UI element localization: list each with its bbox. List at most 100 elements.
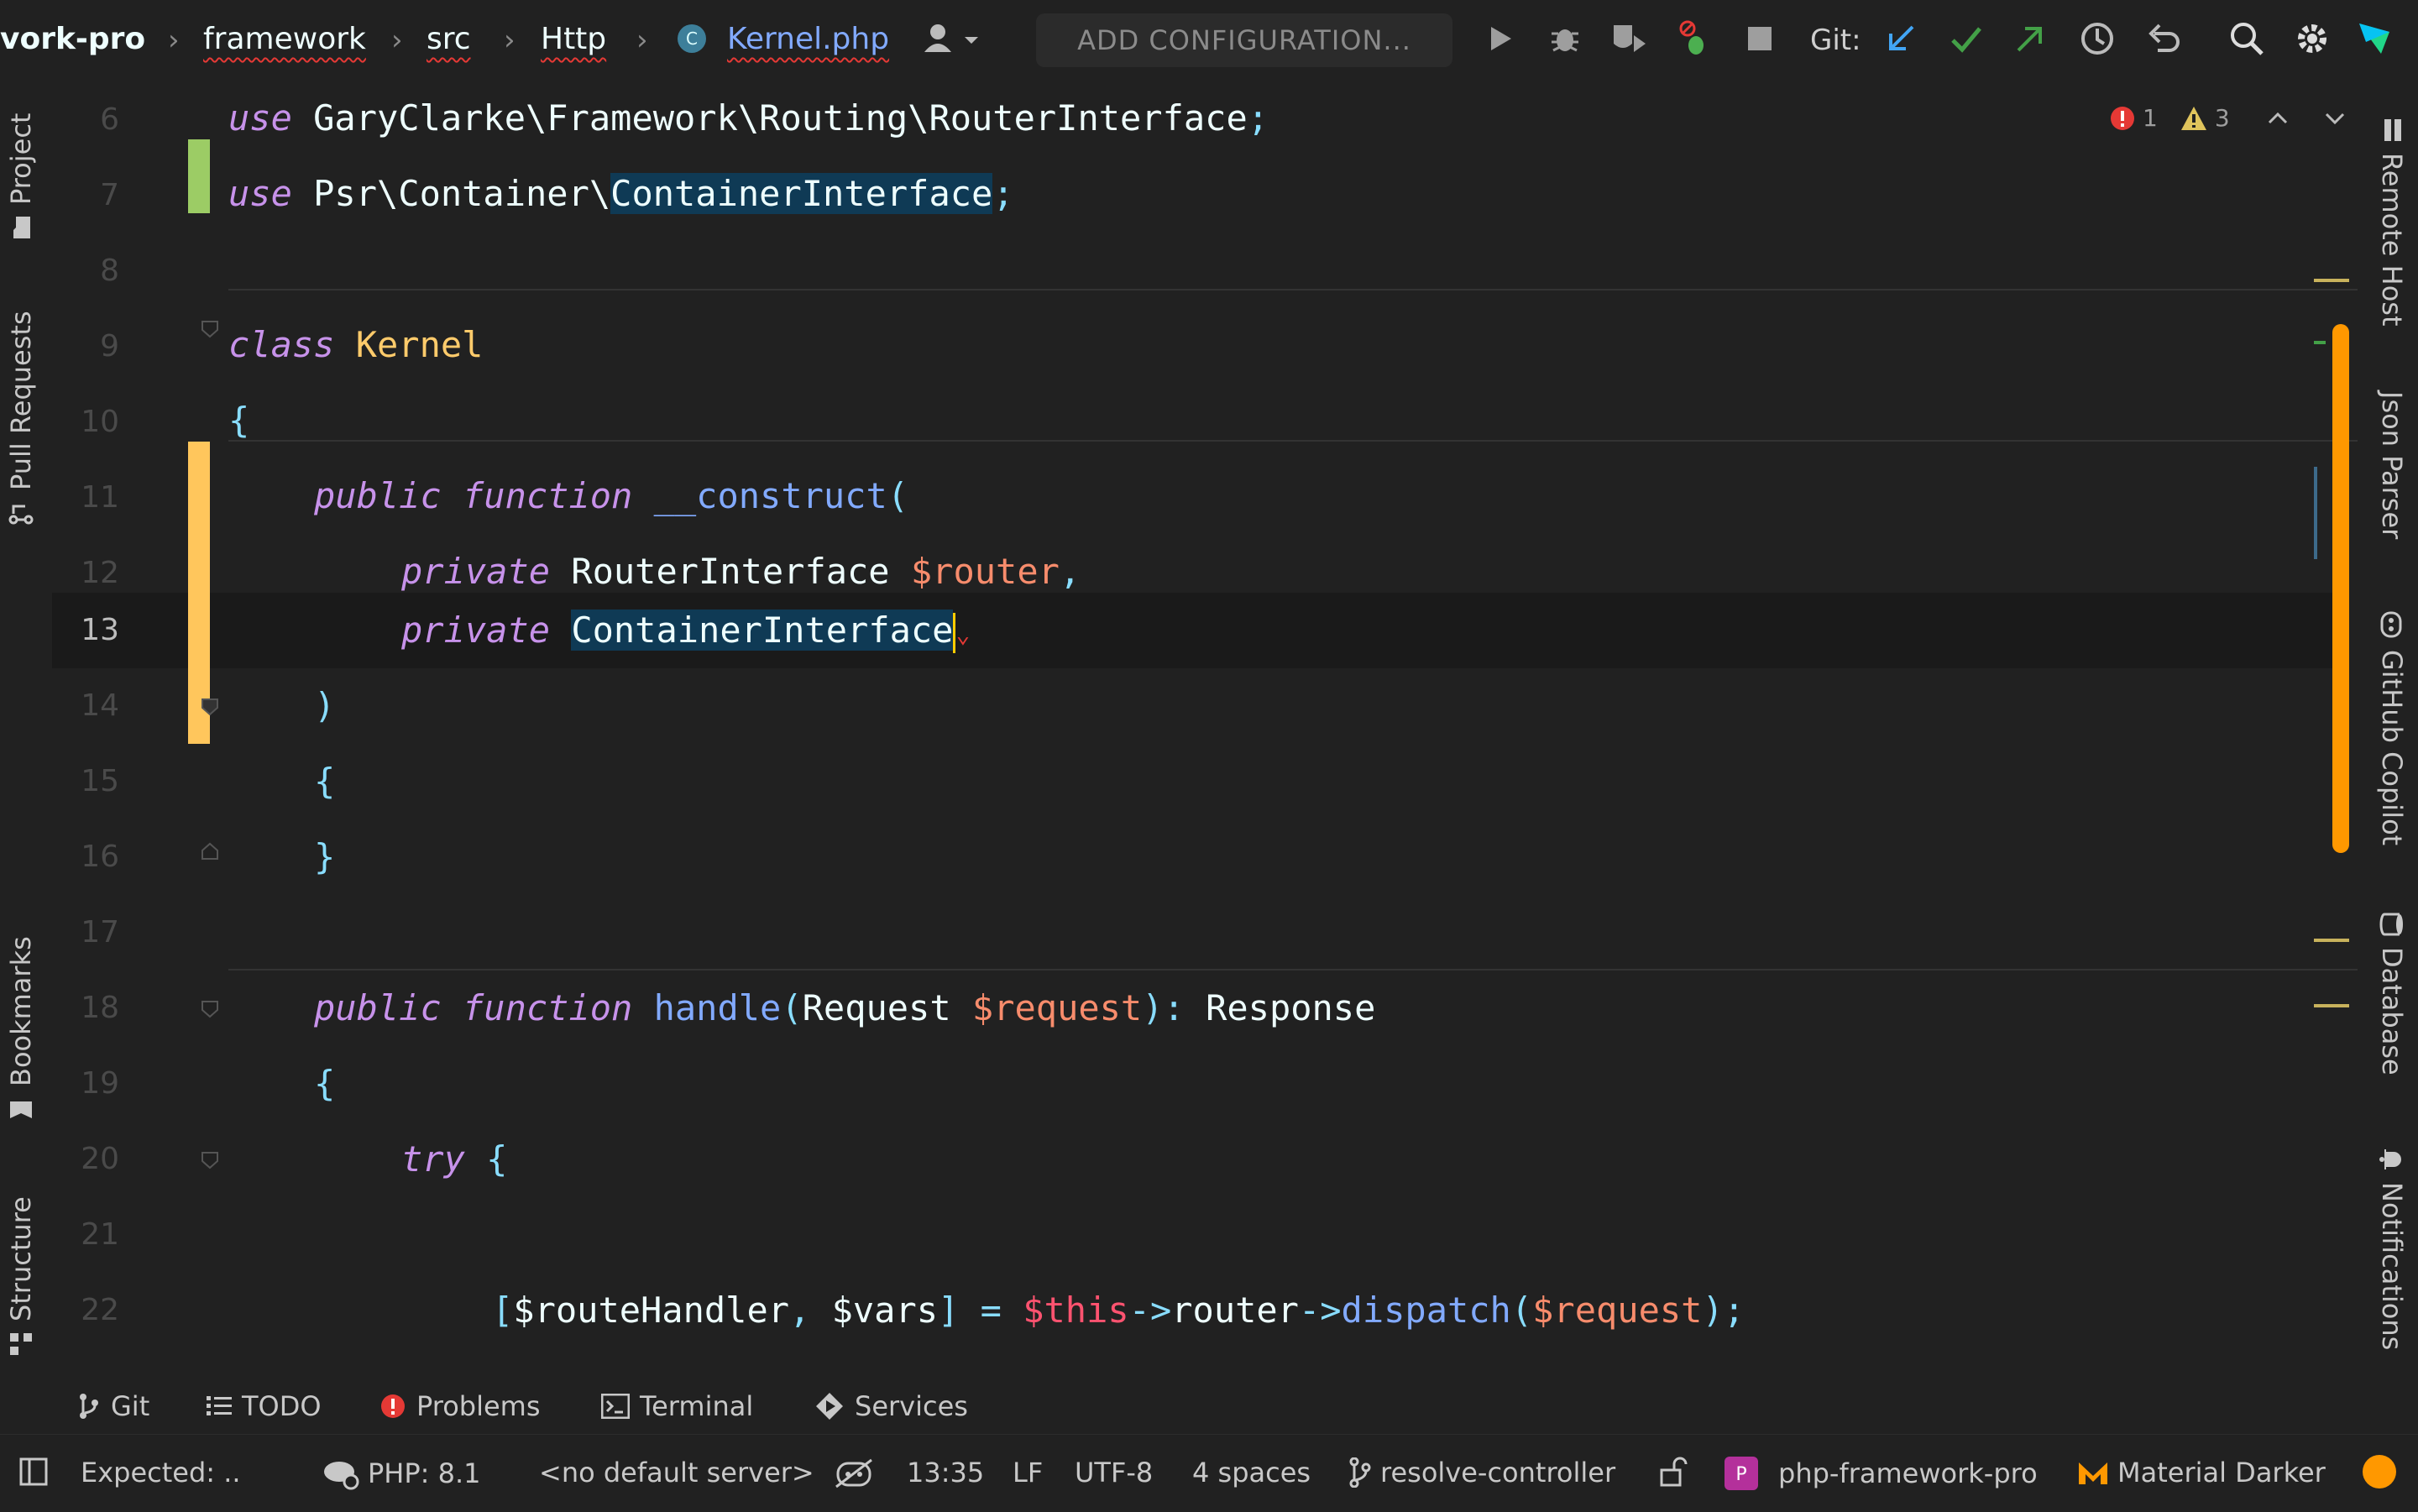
line-separator[interactable]: LF xyxy=(1013,1457,1043,1488)
php-settings-icon xyxy=(324,1462,359,1490)
line-number: 19 xyxy=(81,1066,119,1101)
code-line: ) xyxy=(314,685,336,726)
debug-icon[interactable] xyxy=(1541,15,1588,62)
navigation-toolbar: vork-pro › framework › src › Http › C Ke… xyxy=(0,0,2418,81)
tab-remote-host[interactable]: Remote Host xyxy=(2376,118,2408,327)
git-commit-icon[interactable] xyxy=(1943,15,1990,62)
fold-collapse-icon[interactable] xyxy=(200,1150,220,1170)
tab-bookmarks[interactable]: Bookmarks xyxy=(5,936,37,1122)
tab-database[interactable]: Database xyxy=(2376,912,2408,1075)
git-branch-icon xyxy=(80,1394,98,1419)
breadcrumb-src[interactable]: src xyxy=(427,22,471,56)
indent-setting[interactable]: 4 spaces xyxy=(1192,1457,1311,1488)
tab-project[interactable]: Project xyxy=(5,113,37,240)
tab-database-label: Database xyxy=(2376,947,2408,1075)
line-number: 20 xyxy=(81,1142,119,1176)
server-status[interactable]: <no default server> xyxy=(539,1457,814,1488)
add-configuration-button[interactable]: ADD CONFIGURATION... xyxy=(1036,13,1452,67)
project-icon: P xyxy=(1725,1457,1758,1490)
rollback-icon[interactable] xyxy=(2141,15,2188,62)
chevron-down-icon[interactable] xyxy=(2322,106,2347,131)
tab-todo[interactable]: TODO xyxy=(207,1390,322,1422)
error-count: 1 xyxy=(2143,104,2158,132)
lock-icon[interactable] xyxy=(1659,1457,1688,1487)
tab-github-copilot[interactable]: GitHub Copilot xyxy=(2376,610,2408,845)
tab-project-label: Project xyxy=(5,112,37,205)
right-tool-strip: Remote Host Json Parser GitHub Copilot D… xyxy=(2358,81,2418,1382)
tab-git[interactable]: Git xyxy=(77,1390,149,1422)
line-number: 10 xyxy=(81,405,119,439)
code-editor[interactable]: 6 7 8 9 10 11 12 13 14 15 16 17 18 19 20… xyxy=(52,81,2358,1382)
gear-icon[interactable] xyxy=(2289,15,2336,62)
tab-notifications[interactable]: Notifications xyxy=(2376,1147,2408,1350)
code-line: use GaryClarke\Framework\Routing\RouterI… xyxy=(228,97,1269,139)
terminal-icon xyxy=(601,1394,630,1419)
stop-icon[interactable] xyxy=(1736,15,1783,62)
fold-collapse-icon[interactable] xyxy=(200,999,220,1019)
copilot-icon xyxy=(2380,611,2402,638)
tab-structure[interactable]: Structure xyxy=(5,1196,37,1357)
code-line: [$routeHandler, $vars] = $this->router->… xyxy=(492,1290,1745,1331)
warning-stripe-mark[interactable] xyxy=(2314,939,2349,942)
copilot-status-icon[interactable] xyxy=(833,1457,875,1490)
ide-logo-icon[interactable] xyxy=(2351,15,2398,62)
line-number: 16 xyxy=(81,840,119,874)
git-push-icon[interactable] xyxy=(2007,15,2054,62)
change-stripe-mark xyxy=(2314,341,2326,344)
line-number: 8 xyxy=(100,254,119,288)
added-lines-marker[interactable] xyxy=(188,139,210,213)
notification-indicator-icon[interactable] xyxy=(2361,1453,2398,1490)
php-status[interactable]: PHP: 8.1 xyxy=(322,1457,481,1490)
line-number: 9 xyxy=(100,329,119,364)
warning-icon xyxy=(2180,106,2206,130)
line-number: 17 xyxy=(81,915,119,950)
code-line: public function handle(Request $request)… xyxy=(314,987,1376,1028)
warning-stripe-mark[interactable] xyxy=(2314,279,2349,282)
theme-switcher[interactable]: Material Darker xyxy=(2077,1457,2326,1488)
code-line: { xyxy=(314,761,336,802)
debug-server-icon[interactable] xyxy=(1671,15,1718,62)
breadcrumb-project[interactable]: vork-pro xyxy=(0,22,145,56)
git-update-icon[interactable] xyxy=(1877,15,1924,62)
tab-problems[interactable]: Problems xyxy=(379,1390,541,1422)
coverage-icon[interactable] xyxy=(1605,15,1652,62)
warning-stripe-mark[interactable] xyxy=(2314,1004,2349,1007)
database-icon xyxy=(2379,913,2403,936)
tab-terminal[interactable]: Terminal xyxy=(601,1390,753,1422)
current-line-highlight xyxy=(52,593,2336,668)
git-branch-name: resolve-controller xyxy=(1380,1457,1616,1488)
php-version: PHP: 8.1 xyxy=(368,1457,481,1489)
git-branch[interactable]: resolve-controller xyxy=(1348,1457,1615,1488)
vcs-user-dropdown-icon[interactable] xyxy=(915,15,991,62)
line-number: 21 xyxy=(81,1217,119,1252)
chevron-up-icon[interactable] xyxy=(2265,106,2290,131)
fold-expand-icon[interactable] xyxy=(200,841,220,861)
method-separator xyxy=(228,289,2358,290)
status-message[interactable]: Expected: .. xyxy=(81,1457,241,1488)
tab-pull-requests[interactable]: Pull Requests xyxy=(5,311,37,526)
theme-name: Material Darker xyxy=(2117,1457,2326,1488)
toggle-tool-windows-icon[interactable] xyxy=(18,1457,49,1487)
fold-collapse-icon[interactable] xyxy=(200,319,220,339)
project-switcher[interactable]: P php-framework-pro xyxy=(1725,1457,2038,1490)
code-line-current: private ContainerInterface ⌄ xyxy=(401,593,970,668)
code-line: } xyxy=(314,836,336,877)
warning-count: 3 xyxy=(2214,104,2230,132)
breadcrumb-framework[interactable]: framework xyxy=(203,22,366,56)
bell-icon xyxy=(2379,1149,2401,1169)
status-bar: Expected: .. PHP: 8.1 <no default server… xyxy=(0,1434,2418,1512)
history-icon[interactable] xyxy=(2074,15,2121,62)
tab-todo-label: TODO xyxy=(242,1390,322,1422)
scrollbar-thumb[interactable] xyxy=(2332,324,2349,853)
file-encoding[interactable]: UTF-8 xyxy=(1075,1457,1153,1488)
inspections-widget[interactable]: 1 3 xyxy=(2109,104,2347,132)
tab-services[interactable]: Services xyxy=(814,1390,968,1422)
caret-position[interactable]: 13:35 xyxy=(907,1457,984,1488)
search-icon[interactable] xyxy=(2223,15,2270,62)
breadcrumb-http[interactable]: Http xyxy=(541,22,606,56)
breadcrumb-file[interactable]: Kernel.php xyxy=(727,22,889,56)
tool-window-bar: Git TODO Problems Terminal Services xyxy=(0,1382,2418,1434)
tab-json-parser[interactable]: Json Parser xyxy=(2376,391,2408,539)
run-icon[interactable] xyxy=(1476,15,1523,62)
fold-collapse-icon[interactable] xyxy=(200,697,220,717)
